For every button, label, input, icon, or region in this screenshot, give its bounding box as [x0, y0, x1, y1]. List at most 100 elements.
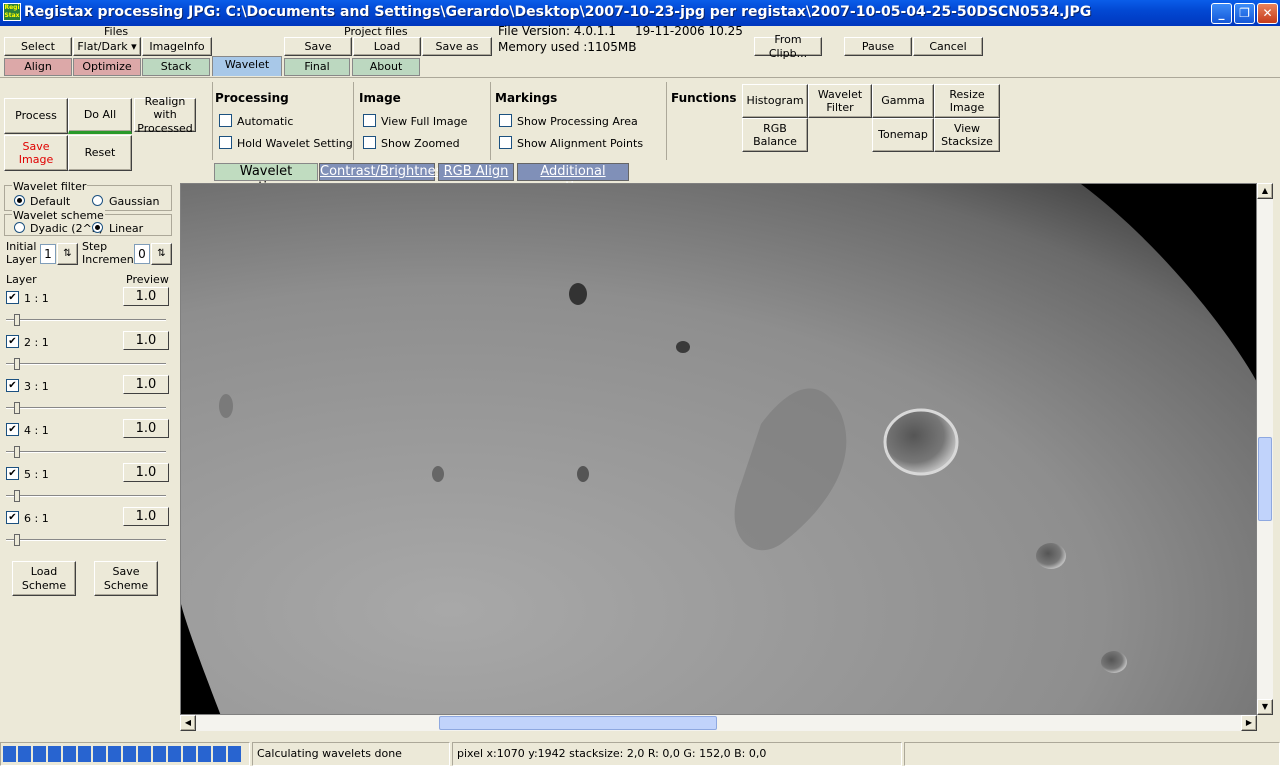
layer-preview-button[interactable]: 1.0 [123, 375, 169, 394]
subtab-contrast-brightness[interactable]: Contrast/Brightness [319, 163, 449, 181]
step-increment-input[interactable]: 0 [134, 244, 150, 264]
tonemap-button[interactable]: Tonemap [872, 118, 934, 152]
layer-checkbox[interactable]: ✔ [6, 291, 19, 304]
hold-wavelet-checkbox[interactable] [219, 136, 232, 149]
view-full-image-checkbox[interactable] [363, 114, 376, 127]
layer-name: 4 : 1 [24, 424, 49, 437]
initial-layer-input[interactable]: 1 [40, 244, 56, 264]
tab-wavelet[interactable]: Wavelet [212, 56, 282, 76]
layer-slider[interactable] [6, 451, 166, 453]
subtab-additional-options[interactable]: Additional options [517, 163, 629, 195]
layer-slider[interactable] [6, 539, 166, 541]
flat-dark-dropdown[interactable]: Flat/Dark ▾ [73, 37, 141, 56]
progress-segment [18, 746, 31, 762]
layer-slider[interactable] [6, 319, 166, 321]
minimize-button[interactable]: _ [1211, 3, 1232, 24]
cancel-button[interactable]: Cancel [913, 37, 983, 56]
close-button[interactable]: ✕ [1257, 3, 1278, 24]
load-scheme-button[interactable]: Load Scheme [12, 561, 76, 596]
horizontal-scrollbar[interactable] [180, 715, 1257, 731]
pause-button[interactable]: Pause [844, 37, 912, 56]
project-save-button[interactable]: Save [284, 37, 352, 56]
layer-preview-button[interactable]: 1.0 [123, 463, 169, 482]
initial-layer-label: Initial Layer [6, 240, 37, 266]
dyadic-radio[interactable] [14, 222, 25, 233]
layer-slider[interactable] [6, 495, 166, 497]
tab-align[interactable]: Align [4, 58, 72, 76]
layer-slider-thumb[interactable] [14, 446, 20, 458]
process-button[interactable]: Process [4, 98, 68, 134]
subtab-wavelet-options[interactable]: Wavelet options [214, 163, 318, 195]
horizontal-scroll-thumb[interactable] [439, 716, 717, 730]
layer-slider-thumb[interactable] [14, 534, 20, 546]
layer-preview-button[interactable]: 1.0 [123, 287, 169, 306]
do-all-button[interactable]: Do All [68, 98, 132, 134]
resize-image-button[interactable]: Resize Image [934, 84, 1000, 118]
progress-segment [63, 746, 76, 762]
histogram-button[interactable]: Histogram [742, 84, 808, 118]
show-zoomed-label: Show Zoomed [381, 137, 460, 150]
default-radio[interactable] [14, 195, 25, 206]
markings-heading: Markings [495, 91, 558, 105]
preview-header: Preview [126, 273, 169, 286]
scroll-up-button[interactable]: ▲ [1257, 183, 1273, 199]
scroll-down-button[interactable]: ▼ [1257, 699, 1273, 715]
moon-image [181, 184, 1256, 714]
automatic-checkbox[interactable] [219, 114, 232, 127]
show-processing-area-checkbox[interactable] [499, 114, 512, 127]
status-message: Calculating wavelets done [252, 742, 450, 766]
realign-processed-button[interactable]: Realign with Processed [134, 95, 196, 135]
project-load-button[interactable]: Load [353, 37, 421, 56]
gamma-button[interactable]: Gamma [872, 84, 934, 118]
save-image-button[interactable]: Save Image [4, 135, 68, 171]
layer-slider-thumb[interactable] [14, 402, 20, 414]
title-bar: Regi Stax Registax processing JPG: C:\Do… [0, 0, 1280, 26]
imageinfo-button[interactable]: ImageInfo [142, 37, 212, 56]
from-clipboard-button[interactable]: From Clipb... [754, 33, 822, 60]
reset-button[interactable]: Reset [68, 135, 132, 171]
layer-checkbox[interactable]: ✔ [6, 467, 19, 480]
select-button[interactable]: Select [4, 37, 72, 56]
layer-name: 5 : 1 [24, 468, 49, 481]
layer-slider[interactable] [6, 363, 166, 365]
linear-radio[interactable] [92, 222, 103, 233]
layer-name: 3 : 1 [24, 380, 49, 393]
layer-checkbox[interactable]: ✔ [6, 511, 19, 524]
layer-preview-button[interactable]: 1.0 [123, 419, 169, 438]
layer-slider-thumb[interactable] [14, 490, 20, 502]
layer-slider-thumb[interactable] [14, 314, 20, 326]
tab-optimize[interactable]: Optimize [73, 58, 141, 76]
initial-layer-spinner[interactable]: ⇅ [57, 243, 78, 265]
wavelet-scheme-title: Wavelet scheme [12, 209, 105, 222]
wavelet-filter-button[interactable]: Wavelet Filter [808, 84, 872, 118]
scroll-right-button[interactable]: ▶ [1241, 715, 1257, 731]
layer-checkbox[interactable]: ✔ [6, 335, 19, 348]
progress-segment [108, 746, 121, 762]
rgb-balance-button[interactable]: RGB Balance [742, 118, 808, 152]
layer-preview-button[interactable]: 1.0 [123, 331, 169, 350]
view-stacksize-button[interactable]: View Stacksize [934, 118, 1000, 152]
step-increment-spinner[interactable]: ⇅ [151, 243, 172, 265]
tab-divider [0, 77, 1280, 78]
layer-slider[interactable] [6, 407, 166, 409]
subtab-rgb-align[interactable]: RGB Align [438, 163, 514, 181]
layer-preview-button[interactable]: 1.0 [123, 507, 169, 526]
tab-final[interactable]: Final [284, 58, 350, 76]
maximize-button[interactable]: ❐ [1234, 3, 1255, 24]
show-zoomed-checkbox[interactable] [363, 136, 376, 149]
gaussian-radio[interactable] [92, 195, 103, 206]
layer-checkbox[interactable]: ✔ [6, 423, 19, 436]
project-save-as-button[interactable]: Save as [422, 37, 492, 56]
save-scheme-button[interactable]: Save Scheme [94, 561, 158, 596]
image-viewport[interactable] [180, 183, 1257, 715]
layer-name: 6 : 1 [24, 512, 49, 525]
vertical-scroll-thumb[interactable] [1258, 437, 1272, 521]
tab-about[interactable]: About [352, 58, 420, 76]
scroll-left-button[interactable]: ◀ [180, 715, 196, 731]
show-alignment-points-checkbox[interactable] [499, 136, 512, 149]
layer-slider-thumb[interactable] [14, 358, 20, 370]
layer-checkbox[interactable]: ✔ [6, 379, 19, 392]
progress-segment [3, 746, 16, 762]
show-alignment-points-label: Show Alignment Points [517, 137, 644, 150]
tab-stack[interactable]: Stack [142, 58, 210, 76]
